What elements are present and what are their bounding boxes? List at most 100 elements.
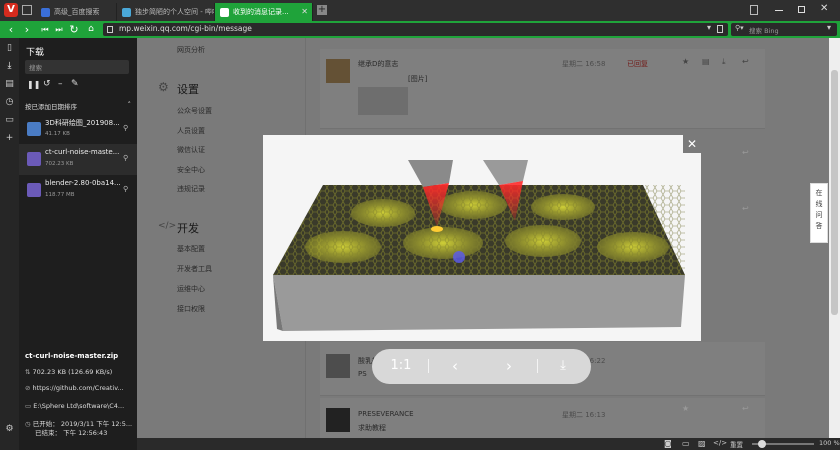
- viewer-toolbar: 1:1 ‹ › ⤓: [372, 349, 591, 384]
- tab-label: 高级_百度搜索: [54, 8, 100, 16]
- zoom-original-button[interactable]: 1:1: [386, 356, 416, 376]
- download-item-selected[interactable]: ct-curl-noise-maste... 702.23 KB ⚲: [19, 144, 137, 175]
- camera-icon[interactable]: ◙: [664, 439, 672, 448]
- zoom-slider[interactable]: [752, 440, 814, 448]
- close-viewer-button[interactable]: ✕: [683, 135, 701, 153]
- vivaldi-logo-icon[interactable]: V: [4, 3, 18, 17]
- reset-zoom-button[interactable]: 重置: [730, 439, 743, 449]
- back-icon[interactable]: ‹: [4, 22, 18, 37]
- next-image-icon[interactable]: ›: [494, 356, 524, 376]
- weixin-favicon-icon: [220, 8, 229, 17]
- zoom-slider-handle[interactable]: [758, 440, 766, 448]
- collapse-icon[interactable]: ˄: [128, 101, 132, 109]
- detail-filename: ct-curl-noise-master.zip: [25, 352, 119, 360]
- detail-finished: 已结束： 下午 12:56:43: [35, 429, 108, 437]
- downloads-panel-icon[interactable]: ⤓: [4, 61, 15, 72]
- image-icon[interactable]: ▨: [698, 439, 706, 448]
- search-icon: ⚲▾: [735, 24, 744, 32]
- download-size: 702.23 KB: [45, 161, 74, 167]
- download-filename: ct-curl-noise-maste...: [45, 148, 120, 156]
- tab-label: 独步简陋的个人空间 - 哔哩哔哩: [135, 8, 214, 16]
- dropdown-arrow-icon[interactable]: ▾: [707, 23, 711, 32]
- graphene-afm-image: [273, 160, 685, 331]
- remove-icon[interactable]: –: [58, 79, 63, 89]
- previous-image-icon[interactable]: ‹: [440, 356, 470, 376]
- show-in-folder-icon[interactable]: ⚲: [123, 124, 128, 132]
- search-engine-field[interactable]: ⚲▾ 搜索 Bing ▾: [731, 23, 837, 36]
- detail-source: https://github.com/Creativ...: [32, 384, 124, 392]
- new-tab-button[interactable]: +: [317, 5, 327, 15]
- detail-size-row: ⇅ 702.23 KB (126.69 KB/s): [25, 368, 112, 376]
- bookmark-icon[interactable]: [717, 25, 723, 33]
- forward-icon[interactable]: ›: [20, 22, 34, 37]
- tab-label: 收到的消息记录...: [233, 8, 289, 16]
- status-bar: ◙ ▭ ▨ </> 重置 100 %: [137, 438, 840, 450]
- clock-icon: ◷: [25, 420, 33, 428]
- download-image-icon[interactable]: ⤓: [548, 356, 578, 376]
- archive-file-icon: [27, 152, 41, 166]
- settings-gear-icon[interactable]: ⚙: [4, 424, 15, 435]
- image-file-icon: [27, 122, 41, 136]
- detail-source-row[interactable]: ⊘ https://github.com/Creativ...: [25, 384, 124, 392]
- fast-forward-icon[interactable]: ⏭: [52, 22, 66, 37]
- scrollbar-thumb[interactable]: [831, 70, 838, 315]
- close-window-button[interactable]: ✕: [820, 3, 828, 14]
- show-in-folder-icon[interactable]: ⚲: [123, 154, 128, 162]
- detail-path-row[interactable]: ▭ E:\Sphere Ltd\software\C4...: [25, 402, 124, 410]
- folder-icon: ▭: [25, 402, 34, 410]
- clear-brush-icon[interactable]: ✎: [71, 79, 79, 89]
- toolbar-divider: [428, 359, 429, 373]
- downloads-panel: 下载 搜索 ❚❚ ↺ – ✎ 按已添加日期排序 ˄ 3D科研绘图_201908.…: [19, 38, 137, 450]
- detail-path: E:\Sphere Ltd\software\C4...: [33, 402, 125, 410]
- search-placeholder: 搜索 Bing: [749, 27, 779, 35]
- online-help-tab[interactable]: 在线问答: [810, 183, 828, 243]
- reply-icon[interactable]: ↩: [742, 148, 749, 157]
- title-bar: V 高级_百度搜索 独步简陋的个人空间 - 哔哩哔哩 收到的消息记录... ✕ …: [0, 0, 840, 21]
- sort-label: 按已添加日期排序: [25, 103, 77, 111]
- reply-icon[interactable]: ↩: [742, 204, 749, 213]
- retry-icon[interactable]: ↺: [43, 79, 51, 89]
- search-dropdown-icon[interactable]: ▾: [827, 23, 831, 32]
- reply-icon[interactable]: ↩: [742, 404, 749, 413]
- close-tab-icon[interactable]: ✕: [301, 3, 308, 21]
- tab-bilibili[interactable]: 独步简陋的个人空间 - 哔哩哔哩: [117, 3, 215, 21]
- trash-icon[interactable]: [750, 5, 758, 15]
- online-help-label: 在线问答: [815, 189, 823, 230]
- baidu-favicon-icon: [41, 8, 50, 17]
- download-filename: 3D科研绘图_201908...: [45, 119, 120, 127]
- star-icon[interactable]: ★: [682, 404, 689, 413]
- downloads-search-input[interactable]: 搜索: [25, 60, 129, 74]
- history-panel-icon[interactable]: ◷: [4, 97, 15, 108]
- zoom-level: 100 %: [819, 439, 840, 447]
- window-panel-icon[interactable]: ▭: [4, 115, 15, 126]
- tab-weixin-messages[interactable]: 收到的消息记录... ✕: [215, 3, 313, 21]
- address-bar[interactable]: mp.weixin.qq.com/cgi-bin/message ▾: [103, 23, 728, 36]
- code-icon[interactable]: </>: [713, 439, 727, 447]
- url-text: mp.weixin.qq.com/cgi-bin/message: [119, 24, 252, 33]
- archive-file-icon: [27, 183, 41, 197]
- tab-baidu[interactable]: 高级_百度搜索: [36, 3, 117, 21]
- download-item[interactable]: blender-2.80-0ba14... 118.77 MB ⚲: [19, 175, 137, 206]
- page-icon: [107, 26, 113, 33]
- bookmarks-panel-icon[interactable]: ▯: [4, 43, 15, 54]
- tiling-icon[interactable]: ▭: [682, 439, 690, 448]
- panel-strip: ▯ ⤓ ▤ ◷ ▭ + ⚙: [0, 38, 19, 450]
- download-filename: blender-2.80-0ba14...: [45, 179, 121, 187]
- rewind-icon[interactable]: ⏮: [38, 22, 52, 37]
- download-item[interactable]: 3D科研绘图_201908... 41.17 KB ⚲: [19, 114, 137, 145]
- home-icon[interactable]: ⌂: [84, 22, 98, 37]
- reload-icon[interactable]: ↻: [67, 22, 81, 37]
- add-panel-icon[interactable]: +: [4, 133, 15, 144]
- sort-header[interactable]: 按已添加日期排序 ˄: [25, 101, 131, 111]
- notes-panel-icon[interactable]: ▤: [4, 79, 15, 90]
- pause-icon[interactable]: ❚❚: [27, 80, 40, 89]
- downloads-search-placeholder: 搜索: [29, 64, 42, 72]
- tab-stack-icon[interactable]: [22, 5, 32, 15]
- bilibili-favicon-icon: [122, 8, 131, 17]
- restore-button[interactable]: [798, 6, 805, 13]
- image-viewer[interactable]: [263, 135, 701, 341]
- show-in-folder-icon[interactable]: ⚲: [123, 185, 128, 193]
- minimize-button[interactable]: [775, 10, 783, 11]
- toolbar-divider: [537, 359, 538, 373]
- navigation-bar: ‹ › ⏮ ⏭ ↻ ⌂ mp.weixin.qq.com/cgi-bin/mes…: [0, 21, 840, 38]
